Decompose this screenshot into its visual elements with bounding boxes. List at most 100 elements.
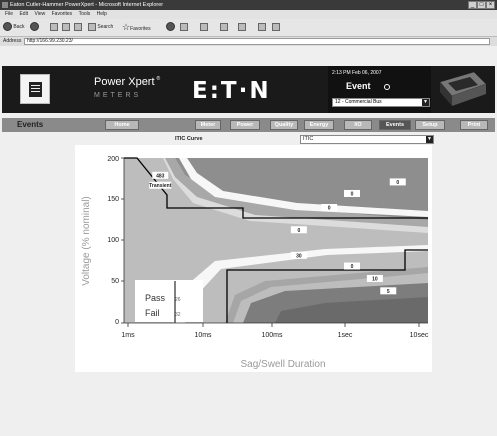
x-tick-label: 10sec bbox=[410, 332, 429, 339]
count-label: 0 bbox=[328, 206, 331, 212]
history-icon bbox=[180, 22, 188, 31]
menu-file[interactable]: File bbox=[5, 11, 13, 17]
home-icon bbox=[74, 22, 82, 31]
count-label: 10 bbox=[372, 276, 378, 282]
pass-count: 26 bbox=[175, 297, 181, 303]
event-panel: 2:13 PM Feb 06, 2007 Event 12 - Commerci… bbox=[328, 66, 431, 113]
nav-energy-button[interactable]: Energy bbox=[304, 120, 334, 130]
menu-help[interactable]: Help bbox=[97, 11, 107, 17]
y-tick-label: 0 bbox=[115, 319, 119, 326]
curve-select[interactable]: ITIC ▼ bbox=[300, 135, 434, 144]
minimize-button[interactable]: _ bbox=[468, 1, 477, 9]
page-content: Power Xpert ® METERS E:T·N 2:13 PM Feb 06… bbox=[0, 46, 497, 436]
x-tick-label: 1ms bbox=[121, 332, 135, 339]
ie-icon bbox=[2, 2, 8, 8]
media-button[interactable] bbox=[166, 22, 175, 33]
print-toolbar-button[interactable] bbox=[220, 22, 228, 33]
fail-label: Fail bbox=[145, 308, 160, 318]
mail-button[interactable] bbox=[200, 22, 208, 33]
count-label: 0 bbox=[351, 191, 354, 197]
window-titlebar: Eaton Cutler-Hammer PowerXpert - Microso… bbox=[0, 0, 497, 10]
address-bar: Address http://166.99.230.23/ bbox=[0, 37, 497, 46]
count-label: 483 bbox=[156, 173, 165, 179]
star-icon: ☆ bbox=[122, 22, 131, 32]
address-input[interactable]: http://166.99.230.23/ bbox=[24, 38, 490, 45]
back-arrow-icon bbox=[3, 22, 12, 32]
x-tick-label: 1sec bbox=[338, 332, 353, 339]
count-label: 0 bbox=[297, 228, 300, 234]
search-icon bbox=[88, 22, 96, 31]
y-axis-title: Voltage (% nominal) bbox=[81, 196, 92, 286]
count-label: 30 bbox=[296, 253, 302, 259]
nav-quality-button[interactable]: Quality bbox=[270, 120, 298, 130]
app-header: Power Xpert ® METERS E:T·N 2:13 PM Feb 06… bbox=[2, 66, 495, 113]
menu-favorites[interactable]: Favorites bbox=[52, 11, 73, 17]
media-icon bbox=[166, 22, 175, 32]
nav-home-button[interactable]: Home bbox=[105, 120, 139, 130]
event-status-icon bbox=[384, 84, 390, 90]
forward-arrow-icon bbox=[30, 22, 39, 32]
datetime: 2:13 PM Feb 06, 2007 bbox=[332, 70, 382, 76]
itic-chart: 200 150 100 50 0 1ms 10ms 100ms 1sec 10s… bbox=[75, 145, 432, 372]
forward-button[interactable] bbox=[30, 22, 39, 33]
stop-icon bbox=[50, 22, 58, 31]
nav-print-button[interactable]: Print bbox=[460, 120, 488, 130]
back-button[interactable]: Back bbox=[3, 22, 25, 33]
chevron-down-icon: ▼ bbox=[422, 99, 429, 106]
menu-view[interactable]: View bbox=[34, 11, 45, 17]
count-label: 5 bbox=[387, 289, 390, 295]
x-tick-label: 10ms bbox=[194, 332, 212, 339]
company-logo: E:T·N bbox=[192, 78, 271, 104]
chevron-down-icon: ▼ bbox=[426, 136, 433, 143]
printer-icon bbox=[220, 22, 228, 31]
fail-count: 32 bbox=[175, 312, 181, 318]
brand-subtitle: METERS bbox=[94, 92, 142, 99]
nav-events-button[interactable]: Events bbox=[379, 120, 411, 130]
maximize-button[interactable]: □ bbox=[477, 1, 486, 9]
brand-name: Power Xpert ® bbox=[94, 76, 161, 88]
y-tick-label: 100 bbox=[107, 237, 119, 244]
count-label: 0 bbox=[351, 264, 354, 270]
nav-power-button[interactable]: Power bbox=[230, 120, 260, 130]
search-button[interactable]: Search bbox=[88, 22, 113, 33]
meter-device-image bbox=[439, 71, 487, 106]
stop-button[interactable] bbox=[50, 22, 58, 33]
mail-icon bbox=[200, 22, 208, 31]
nav-io-button[interactable]: I/O bbox=[344, 120, 372, 130]
x-tick-label: 100ms bbox=[261, 332, 283, 339]
edit-icon bbox=[238, 22, 246, 31]
messenger-button[interactable] bbox=[272, 22, 280, 33]
event-select[interactable]: 12 - Commercial Bus ▼ bbox=[332, 98, 430, 107]
count-label: 0 bbox=[396, 180, 399, 186]
nav-bar: Events Home Meter Power Quality Energy I… bbox=[2, 118, 495, 132]
event-label: Event bbox=[346, 81, 371, 91]
y-tick-label: 150 bbox=[107, 196, 119, 203]
refresh-icon bbox=[62, 22, 70, 31]
messenger-icon bbox=[272, 22, 280, 31]
refresh-button[interactable] bbox=[62, 22, 70, 33]
curve-label: ITIC Curve bbox=[175, 136, 203, 142]
pass-label: Pass bbox=[145, 293, 166, 303]
discuss-icon bbox=[258, 22, 266, 31]
menu-tools[interactable]: Tools bbox=[79, 11, 91, 17]
nav-setup-button[interactable]: Setup bbox=[415, 120, 445, 130]
menu-bar: File Edit View Favorites Tools Help bbox=[0, 10, 497, 19]
close-button[interactable]: × bbox=[486, 1, 495, 9]
address-label: Address bbox=[3, 38, 22, 44]
nav-meter-button[interactable]: Meter bbox=[195, 120, 221, 130]
section-title: Events bbox=[17, 120, 44, 129]
discuss-button[interactable] bbox=[258, 22, 266, 33]
y-tick-label: 200 bbox=[107, 156, 119, 163]
x-axis-title: Sag/Swell Duration bbox=[240, 359, 325, 370]
menu-edit[interactable]: Edit bbox=[19, 11, 28, 17]
browser-toolbar: Back Search ☆Favorites bbox=[0, 19, 497, 37]
meter-logo-icon bbox=[20, 74, 50, 104]
y-tick-marks bbox=[121, 157, 124, 324]
favorites-button[interactable]: ☆Favorites bbox=[122, 22, 151, 33]
edit-button[interactable] bbox=[238, 22, 246, 33]
y-tick-label: 50 bbox=[111, 278, 119, 285]
window-title: Eaton Cutler-Hammer PowerXpert - Microso… bbox=[10, 2, 164, 8]
count-label: Transient bbox=[149, 183, 172, 189]
history-button[interactable] bbox=[180, 22, 188, 33]
home-toolbar-button[interactable] bbox=[74, 22, 82, 33]
